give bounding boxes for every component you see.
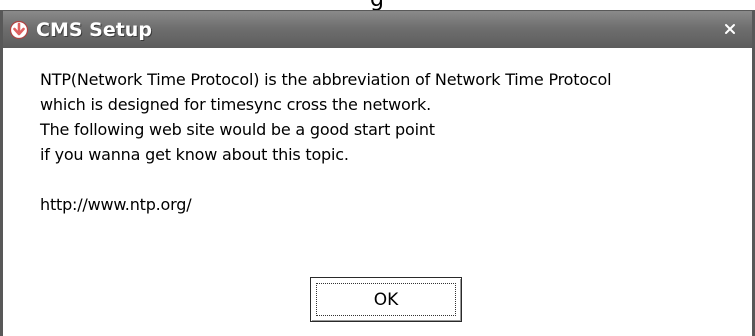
close-button[interactable] — [720, 19, 740, 39]
titlebar[interactable]: CMS Setup — [3, 11, 752, 48]
message-line-2: which is designed for timesync cross the… — [40, 95, 431, 114]
message-line-3: The following web site would be a good s… — [40, 120, 435, 139]
close-icon — [725, 24, 735, 34]
ntp-url-text: http://www.ntp.org/ — [40, 195, 192, 214]
ok-button[interactable]: OK — [310, 277, 462, 322]
cms-setup-dialog: CMS Setup NTP(Network Time Protocol) is … — [0, 10, 755, 336]
message-line-4: if you wanna get know about this topic. — [40, 145, 349, 164]
message-line-1: NTP(Network Time Protocol) is the abbrev… — [40, 70, 612, 89]
download-arrow-icon — [8, 19, 30, 41]
dialog-message: NTP(Network Time Protocol) is the abbrev… — [40, 67, 612, 217]
ok-button-label: OK — [373, 289, 399, 310]
dialog-title: CMS Setup — [36, 18, 152, 41]
